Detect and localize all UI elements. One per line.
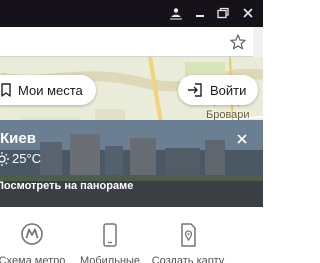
my-places-button[interactable]: Мои места — [0, 75, 96, 105]
weather-city: Киев — [0, 130, 36, 147]
phone-icon — [102, 223, 118, 252]
minimize-icon[interactable] — [192, 6, 208, 20]
my-places-label: Мои места — [18, 83, 83, 98]
map-pin-icon — [179, 223, 197, 252]
panorama-link[interactable]: Посмотреть на панораме — [0, 180, 133, 192]
user-icon[interactable] — [168, 6, 184, 20]
browser-menu-strip[interactable] — [253, 27, 263, 57]
weather-panorama-card[interactable]: Киев 25°C Посмотреть на панораме — [0, 120, 263, 207]
weather-temperature: 25°C — [12, 151, 42, 166]
mobile-apps-button[interactable]: Мобильные — [70, 207, 150, 263]
sun-icon — [0, 151, 10, 172]
login-icon — [186, 82, 204, 103]
mobile-apps-label: Мобильные — [79, 255, 141, 263]
metro-map-label: Схема метро — [0, 255, 66, 263]
address-bar[interactable] — [0, 27, 263, 57]
login-button[interactable]: Войти — [178, 75, 258, 105]
login-label: Войти — [210, 83, 247, 98]
quick-actions: Схема метро Мобильные Создать карту — [0, 207, 263, 263]
create-map-label: Создать карту — [151, 255, 225, 263]
star-icon[interactable] — [229, 33, 247, 51]
bookmark-icon — [0, 83, 12, 102]
browser-titlebar — [0, 0, 263, 27]
metro-map-button[interactable]: Схема метро — [0, 207, 72, 263]
create-map-button[interactable]: Создать карту — [148, 207, 228, 263]
close-icon[interactable] — [235, 132, 249, 146]
close-icon[interactable] — [240, 6, 256, 20]
restore-icon[interactable] — [215, 6, 231, 20]
metro-icon — [21, 223, 43, 250]
